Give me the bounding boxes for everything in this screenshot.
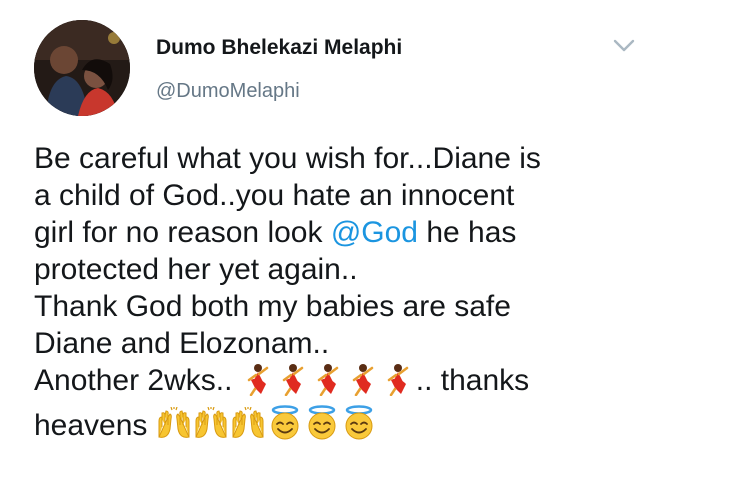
raised-hands-icon bbox=[195, 407, 227, 438]
raised-hands-icon bbox=[158, 407, 190, 438]
profile-photo-icon bbox=[34, 20, 130, 116]
tweet-line-text: girl for no reason look bbox=[34, 216, 331, 249]
author-handle[interactable]: @DumoMelaphi bbox=[156, 80, 300, 103]
dancer-icon bbox=[317, 364, 339, 396]
raised-hands-icon bbox=[232, 407, 264, 438]
author-name[interactable]: Dumo Bhelekazi Melaphi bbox=[156, 36, 402, 60]
smiling-face-with-halo-icon bbox=[271, 405, 299, 440]
tweet-text: Be careful what you wish for...Diane is … bbox=[34, 140, 734, 450]
tweet-line: a child of God..you hate an innocent bbox=[34, 179, 515, 212]
tweet-line: Thank God both my babies are safe bbox=[34, 290, 511, 323]
chevron-down-icon[interactable] bbox=[612, 38, 636, 54]
tweet-line: girl for no reason look @God he has bbox=[34, 214, 734, 251]
tweet-line-text: heavens bbox=[34, 409, 156, 442]
emoji-group bbox=[156, 405, 378, 450]
smiling-face-with-halo-icon bbox=[345, 405, 373, 440]
tweet-line: Be careful what you wish for...Diane is bbox=[34, 142, 541, 175]
tweet-line-text: .. thanks bbox=[415, 364, 530, 397]
dancer-icon bbox=[387, 364, 409, 396]
tweet-line: heavens bbox=[34, 405, 734, 450]
tweet-line-text: Another 2wks.. bbox=[34, 364, 241, 397]
mention-link[interactable]: @God bbox=[331, 216, 418, 249]
dancer-icon bbox=[282, 364, 304, 396]
dancer-icon bbox=[352, 364, 374, 396]
tweet-line: Diane and Elozonam.. bbox=[34, 327, 330, 360]
tweet-line: protected her yet again.. bbox=[34, 253, 358, 286]
tweet-card: Dumo Bhelekazi Melaphi @DumoMelaphi Be c… bbox=[0, 0, 750, 483]
dancer-emoji-group bbox=[241, 362, 416, 405]
tweet-line-text: he has bbox=[418, 216, 517, 249]
dancer-icon bbox=[247, 364, 269, 396]
avatar[interactable] bbox=[34, 20, 130, 116]
tweet-line: Another 2wks.. .. thanks bbox=[34, 362, 734, 405]
smiling-face-with-halo-icon bbox=[308, 405, 336, 440]
